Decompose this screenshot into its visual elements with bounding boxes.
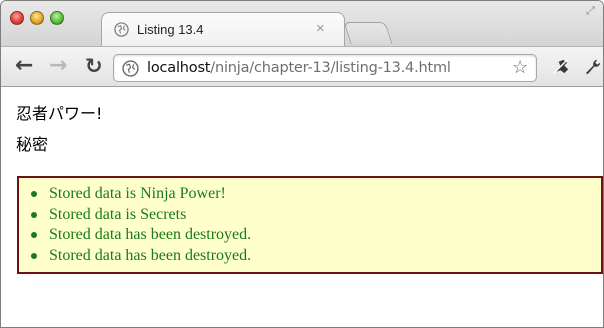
results-box: Stored data is Ninja Power! Stored data … (17, 176, 603, 274)
bullet-icon (31, 191, 37, 197)
globe-icon (122, 60, 139, 77)
tab-title: Listing 13.4 (137, 22, 204, 37)
bullet-icon (31, 211, 37, 218)
list-item: Stored data has been destroyed. (29, 246, 251, 267)
list-item: Stored data has been destroyed. (29, 225, 251, 246)
list-item: Stored data is Secrets (29, 205, 251, 226)
toolbar: ← → ↻ localhost/ninja/chapter-13/listing… (1, 46, 603, 87)
url-text[interactable]: localhost/ninja/chapter-13/listing-13.4.… (147, 60, 451, 76)
zoom-window-button[interactable] (50, 11, 64, 25)
list-item-text: Stored data has been destroyed. (49, 246, 252, 264)
globe-icon (114, 22, 129, 37)
tab-listing[interactable]: Listing 13.4 × (101, 12, 345, 47)
list-item-text: Stored data has been destroyed. (49, 226, 252, 243)
new-tab-button[interactable] (343, 22, 393, 44)
results-list: Stored data is Ninja Power! Stored data … (29, 184, 251, 266)
bullet-icon (31, 232, 37, 238)
stored-value-ninja-power: 忍者パワー! (16, 104, 103, 123)
stored-value-secrets: 秘密 (16, 135, 49, 154)
forward-button[interactable]: → (49, 53, 67, 79)
close-window-button[interactable] (10, 11, 24, 25)
list-item-text: Stored data is Secrets (49, 205, 187, 223)
list-item-text: Stored data is Ninja Power! (49, 185, 226, 202)
wrench-icon[interactable] (583, 57, 602, 76)
reload-button[interactable]: ↻ (85, 53, 103, 79)
bookmark-star-icon[interactable]: ☆ (512, 57, 528, 78)
page-content: 忍者パワー! 秘密 Stored data is Ninja Power! St… (1, 87, 603, 327)
tab-strip: Listing 13.4 × ⤢ (1, 1, 603, 47)
bullet-icon (31, 252, 37, 259)
minimize-window-button[interactable] (30, 11, 44, 25)
close-tab-icon[interactable]: × (316, 20, 325, 37)
url-host: localhost (147, 60, 211, 76)
back-button[interactable]: ← (15, 53, 33, 79)
address-bar[interactable]: localhost/ninja/chapter-13/listing-13.4.… (113, 54, 537, 82)
url-path: /ninja/chapter-13/listing-13.4.html (210, 60, 451, 76)
fullscreen-icon[interactable]: ⤢ (586, 5, 595, 18)
browser-window: Listing 13.4 × ⤢ ← → ↻ localhost/ninja/c… (0, 0, 604, 328)
extension-icon[interactable] (552, 57, 571, 76)
list-item: Stored data is Ninja Power! (29, 184, 251, 205)
